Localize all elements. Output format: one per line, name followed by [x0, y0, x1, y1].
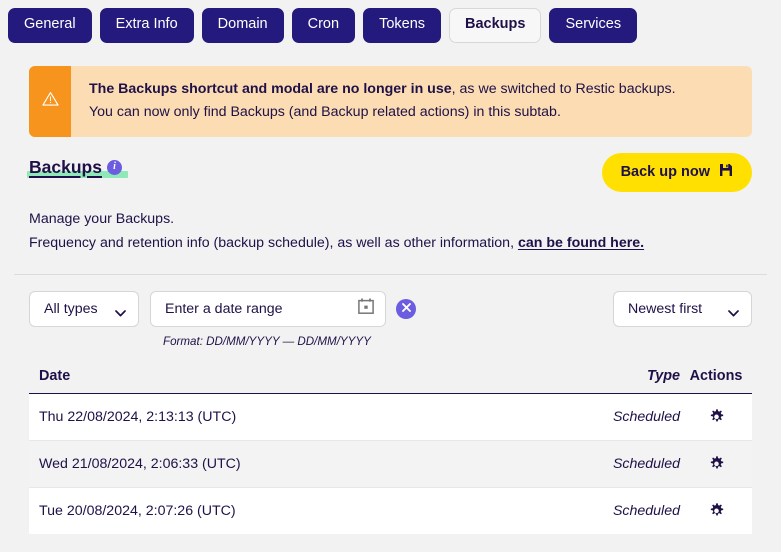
table-row[interactable]: Tue 20/08/2024, 2:07:26 (UTC) Scheduled [29, 487, 752, 534]
warning-triangle-icon [41, 91, 59, 112]
backups-panel: The Backups shortcut and modal are no lo… [14, 51, 767, 534]
chevron-down-icon [728, 305, 739, 317]
date-range-row: Enter a date range [150, 290, 416, 327]
calendar-icon[interactable] [358, 298, 374, 319]
date-range-group: Enter a date range Format: DD/MM/YYYY — … [150, 290, 416, 348]
description-line-2: Frequency and retention info (backup sch… [29, 232, 752, 256]
column-header-type: Type [646, 367, 680, 384]
backup-date: Wed 21/08/2024, 2:06:33 (UTC) [39, 455, 241, 472]
description-block: Manage your Backups. Frequency and reten… [14, 192, 767, 256]
tab-bar: General Extra Info Domain Cron Tokens Ba… [0, 0, 781, 52]
type-filter-select[interactable]: All types [29, 290, 139, 327]
column-header-date: Date [39, 367, 71, 384]
tab-general[interactable]: General [8, 8, 92, 43]
type-filter-value: All types [44, 300, 98, 317]
back-up-now-button[interactable]: Back up now [601, 152, 752, 192]
date-range-input[interactable]: Enter a date range [150, 290, 386, 327]
page-title-group: Backups i [27, 156, 128, 178]
description-line-2-prefix: Frequency and retention info (backup sch… [29, 234, 518, 251]
backup-actions [680, 408, 752, 425]
table-header-row: Date Type Actions [29, 348, 752, 394]
backup-type: Scheduled [612, 455, 680, 472]
column-header-actions: Actions [689, 367, 743, 384]
backup-date: Tue 20/08/2024, 2:07:26 (UTC) [39, 502, 236, 519]
backup-actions [680, 502, 752, 519]
table-row[interactable]: Wed 21/08/2024, 2:06:33 (UTC) Scheduled [29, 440, 752, 488]
backups-table: Date Type Actions Thu 22/08/2024, 2:13:1… [14, 348, 767, 534]
date-format-hint: Format: DD/MM/YYYY — DD/MM/YYYY [163, 334, 371, 348]
alert-container: The Backups shortcut and modal are no lo… [14, 52, 767, 137]
chevron-down-icon [115, 305, 126, 317]
gear-icon[interactable] [708, 502, 725, 519]
clear-date-range-button[interactable] [396, 298, 416, 319]
alert-accent-bar [29, 65, 71, 137]
deprecation-alert: The Backups shortcut and modal are no lo… [29, 65, 752, 137]
back-up-now-label: Back up now [620, 163, 710, 180]
sort-order-value: Newest first [628, 300, 703, 317]
gear-icon[interactable] [708, 455, 725, 472]
alert-line-2: You can now only find Backups (and Backu… [89, 103, 561, 120]
tab-cron[interactable]: Cron [291, 8, 356, 43]
alert-line-1-bold: The Backups shortcut and modal are no lo… [89, 80, 452, 97]
tab-tokens[interactable]: Tokens [363, 8, 442, 43]
backup-actions [680, 455, 752, 472]
backup-type: Scheduled [612, 408, 680, 425]
gear-icon[interactable] [708, 408, 725, 425]
filter-controls: All types Enter a date range Format: DD/… [14, 275, 767, 348]
table-row[interactable]: Thu 22/08/2024, 2:13:13 (UTC) Scheduled [29, 393, 752, 441]
date-range-placeholder: Enter a date range [165, 300, 283, 317]
description-line-1: Manage your Backups. [29, 210, 175, 227]
page-title: Backups [29, 156, 102, 177]
filter-controls-left: All types Enter a date range Format: DD/… [29, 290, 416, 348]
tab-backups[interactable]: Backups [449, 8, 542, 43]
info-circle-icon[interactable]: i [106, 159, 122, 175]
backup-date: Thu 22/08/2024, 2:13:13 (UTC) [39, 408, 237, 425]
alert-line-1: The Backups shortcut and modal are no lo… [89, 78, 676, 101]
backup-type: Scheduled [612, 502, 680, 519]
tab-services[interactable]: Services [549, 8, 638, 43]
alert-text: The Backups shortcut and modal are no lo… [71, 66, 692, 137]
alert-line-1-rest: , as we switched to Restic backups. [451, 80, 676, 97]
tab-extra-info[interactable]: Extra Info [99, 8, 194, 43]
docs-link[interactable]: can be found here. [518, 235, 644, 251]
sort-order-select[interactable]: Newest first [613, 290, 752, 327]
page-header: Backups i Back up now [14, 137, 767, 192]
close-circle-icon [401, 301, 412, 316]
tab-domain[interactable]: Domain [201, 8, 284, 43]
save-disk-icon [719, 163, 733, 181]
